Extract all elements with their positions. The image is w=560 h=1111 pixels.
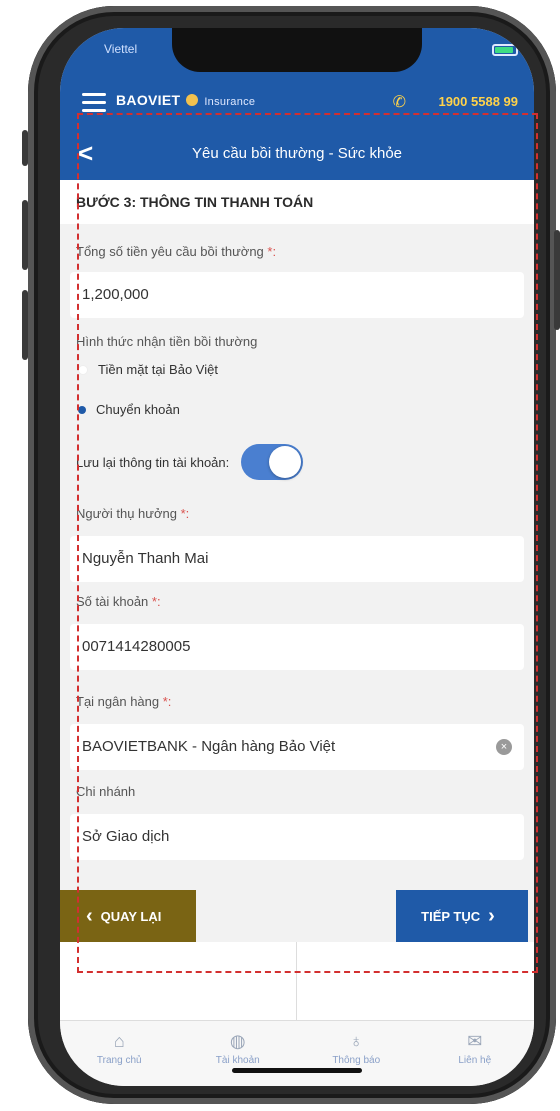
total-label-text: Tổng số tiền yêu cầu bồi thường — [76, 244, 264, 259]
chevron-right-icon: › — [488, 904, 495, 927]
tab-notifications-label: Thông báo — [332, 1055, 381, 1066]
brand-logo-icon — [186, 94, 199, 106]
divider — [296, 942, 297, 1022]
hotline-number[interactable]: 1900 5588 99 — [438, 94, 518, 109]
account-number-field[interactable]: 0071414280005 — [70, 624, 524, 670]
app-header: BAOVIET Insurance ✆ 1900 5588 99 — [60, 78, 534, 128]
home-indicator — [232, 1068, 362, 1073]
chevron-left-icon: ‹ — [86, 904, 93, 927]
brand-logo: BAOVIET Insurance — [116, 92, 255, 108]
nav-bar: < Yêu cầu bồi thường - Sức khỏe — [60, 128, 534, 180]
save-account-toggle[interactable] — [241, 444, 304, 480]
tab-contact-label: Liên hệ — [458, 1055, 492, 1066]
tab-home-label: Trang chủ — [96, 1055, 142, 1066]
notch — [172, 28, 422, 72]
battery-icon — [492, 44, 518, 56]
total-amount-field[interactable]: 1,200,000 — [70, 272, 524, 318]
brand-sub: Insurance — [204, 96, 256, 108]
next-button[interactable]: TIẾP TỤC › — [396, 890, 528, 942]
form-content: BƯỚC 3: THÔNG TIN THANH TOÁN Tổng số tiề… — [60, 180, 534, 1022]
step-title: BƯỚC 3: THÔNG TIN THANH TOÁN — [60, 180, 534, 224]
carrier-text: Viettel — [104, 42, 138, 56]
volume-up-button — [22, 200, 28, 270]
radio-transfer-label: Chuyển khoản — [96, 402, 180, 417]
total-label: Tổng số tiền yêu cầu bồi thường *: — [76, 244, 276, 259]
page-title: Yêu cầu bồi thường - Sức khỏe — [191, 145, 403, 162]
next-button-label: TIẾP TỤC — [421, 908, 481, 924]
tab-bar: ⌂ Trang chủ ◍ Tài khoản ♁ Thông báo ✉ Liên h… — [60, 1020, 534, 1086]
bell-icon: ♁ — [349, 1031, 364, 1051]
required-mark: *: — [162, 694, 172, 709]
power-button — [554, 230, 560, 330]
tab-contact[interactable]: ✉ Liên hệ — [416, 1021, 535, 1086]
home-icon: ⌂ — [113, 1031, 125, 1051]
required-mark: *: — [151, 594, 161, 609]
bank-value: BAOVIETBANK - Ngân hàng Bảo Việt — [82, 738, 336, 755]
radio-cash[interactable]: Tiền mặt tại Bảo Việt — [78, 362, 218, 377]
radio-transfer[interactable]: Chuyển khoản — [78, 402, 180, 417]
required-mark: *: — [267, 244, 277, 259]
branch-field[interactable]: Sở Giao dịch — [70, 814, 524, 860]
beneficiary-label-text: Người thụ hưởng — [76, 506, 177, 521]
required-mark: *: — [180, 506, 190, 521]
radio-on-icon — [78, 405, 86, 414]
tab-account[interactable]: ◍ Tài khoản — [179, 1021, 298, 1086]
toggle-knob — [269, 446, 302, 478]
bank-label: Tại ngân hàng *: — [76, 694, 171, 709]
clear-icon[interactable]: × — [496, 739, 512, 755]
phone-icon[interactable]: ✆ — [393, 92, 406, 112]
radio-off-icon — [78, 364, 88, 375]
tab-account-label: Tài khoản — [215, 1055, 260, 1066]
beneficiary-label: Người thụ hưởng *: — [76, 506, 189, 521]
tab-home[interactable]: ⌂ Trang chủ — [60, 1021, 179, 1086]
bank-select[interactable]: BAOVIETBANK - Ngân hàng Bảo Việt × — [70, 724, 524, 770]
mail-icon: ✉ — [467, 1031, 483, 1051]
branch-label: Chi nhánh — [76, 784, 136, 799]
empty-panel — [60, 942, 534, 1022]
radio-cash-label: Tiền mặt tại Bảo Việt — [98, 362, 218, 377]
bank-label-text: Tại ngân hàng — [76, 694, 160, 709]
account-label-text: Số tài khoản — [76, 594, 149, 609]
account-icon: ◍ — [229, 1031, 246, 1051]
tab-notifications[interactable]: ♁ Thông báo — [297, 1021, 416, 1086]
beneficiary-field[interactable]: Nguyễn Thanh Mai — [70, 536, 524, 582]
mute-switch — [22, 130, 28, 166]
menu-icon[interactable] — [82, 93, 106, 113]
account-label: Số tài khoản *: — [76, 594, 161, 609]
brand-name: BAOVIET — [116, 92, 181, 108]
save-account-label: Lưu lại thông tin tài khoản: — [76, 454, 230, 470]
back-button-label: QUAY LẠI — [100, 908, 162, 924]
method-label: Hình thức nhận tiền bồi thường — [76, 334, 258, 349]
back-button[interactable]: ‹ QUAY LẠI — [60, 890, 196, 942]
phone-screen: Viettel BAOVIET Insurance ✆ 1900 5588 99 … — [60, 28, 534, 1086]
save-account-row: Lưu lại thông tin tài khoản: — [76, 444, 304, 480]
volume-down-button — [22, 290, 28, 360]
